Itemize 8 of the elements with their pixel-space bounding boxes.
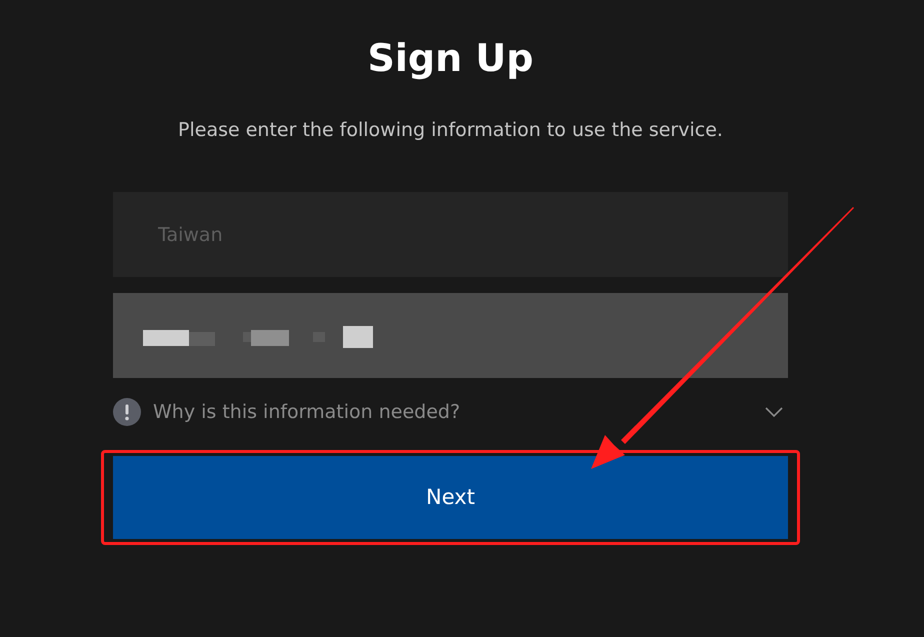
info-icon bbox=[113, 398, 141, 426]
chevron-down-icon[interactable] bbox=[764, 406, 784, 418]
next-button[interactable]: Next bbox=[113, 456, 788, 539]
instruction-text: Please enter the following information to use the service. bbox=[177, 118, 724, 143]
info-toggle-link[interactable]: Why is this information needed? bbox=[153, 398, 460, 426]
input-field[interactable] bbox=[113, 293, 788, 378]
page-title: Sign Up bbox=[366, 35, 534, 82]
input-field: Taiwan bbox=[113, 192, 788, 277]
